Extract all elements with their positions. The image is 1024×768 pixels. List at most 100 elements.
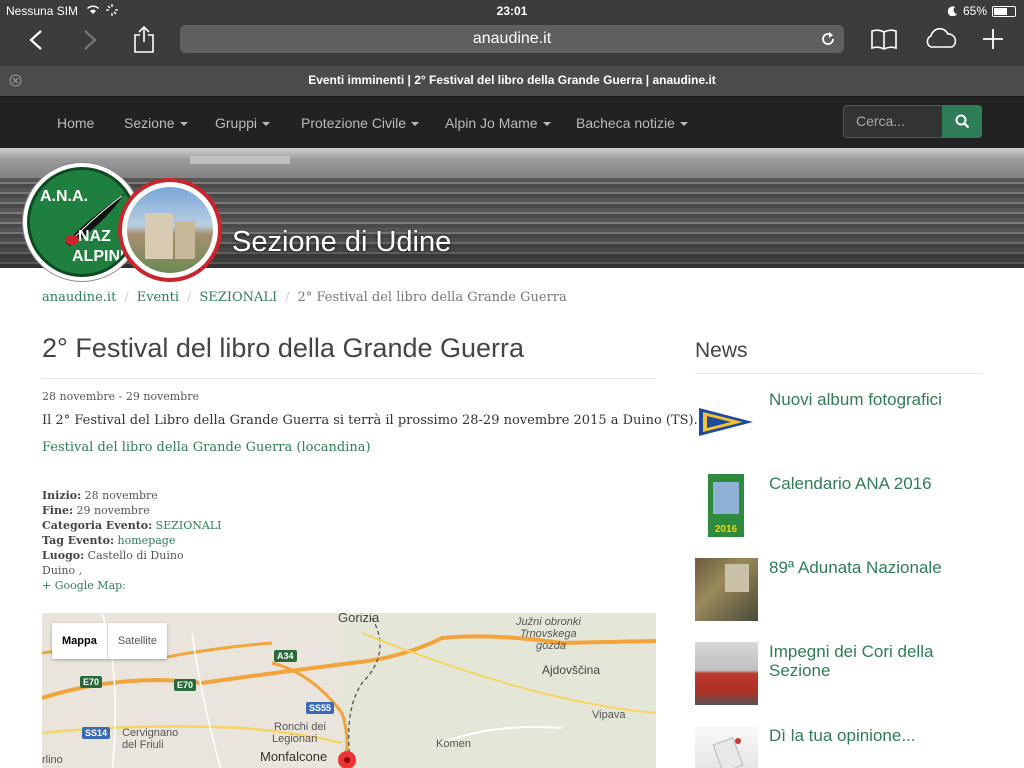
news-title[interactable]: Dì la tua opinione... [769,726,979,745]
clock: 23:01 [496,4,528,18]
nav-alpin-label: Alpin Jo Mame [445,115,538,131]
news-title[interactable]: Impegni dei Cori della Sezione [769,642,979,680]
nav-gruppi-label: Gruppi [215,115,258,131]
place-value: Castello di Duino [87,549,184,562]
logo-text-naz: NAZ [78,228,111,245]
category-link[interactable]: SEZIONALI [156,519,222,532]
nav-bacheca-label: Bacheca notizie [576,115,675,131]
tag-link[interactable]: homepage [118,534,176,547]
map-label: Gorizia [338,613,380,625]
breadcrumb-current: 2° Festival del libro della Grande Guerr… [297,290,567,305]
map-label: rlino [42,754,63,766]
map-label: Južni obronki [516,616,581,628]
site-title: Sezione di Udine [232,226,452,258]
news-heading: News [695,339,981,374]
reader-icon[interactable] [870,27,898,51]
map-label: del Friuli [122,739,164,751]
banner-monument [190,156,290,164]
event-map[interactable]: Mappa Satellite Gorizia Južni obronki Tr… [42,613,656,768]
event-description: Il 2° Festival del Libro della Grande Gu… [42,413,698,428]
adunata-photo [695,558,758,621]
map-label: Monfalcone [260,749,328,764]
map-label: Vipava [592,709,626,721]
news-title[interactable]: 89ª Adunata Nazionale [769,558,979,577]
news-item[interactable]: Dì la tua opinione... [695,726,985,768]
logo-text-ana: A.N.A. [40,188,88,205]
google-map-link[interactable]: + Google Map: [42,578,221,593]
nav-sezione[interactable]: Sezione [124,97,188,149]
reload-icon[interactable] [820,31,836,47]
search-button[interactable] [942,105,982,138]
news-title[interactable]: Nuovi album fotografici [769,390,979,409]
road-shield: E70 [174,679,197,691]
nav-sezione-label: Sezione [124,115,175,131]
map-type-toggle: Mappa Satellite [52,623,167,659]
chevron-down-icon [679,122,688,127]
event-details: Inizio: 28 novembre Fine: 29 novembre Ca… [42,488,221,593]
castle-photo [127,187,213,273]
place-label: Luogo: [42,549,85,562]
sezione-udine-logo[interactable] [118,178,222,282]
map-label: gozda [536,640,566,652]
start-value: 28 novembre [84,489,158,502]
road-shield: E70 [80,676,103,688]
chevron-down-icon [262,122,271,127]
end-label: Fine: [42,504,74,517]
adunata-sign [725,564,749,592]
tab-title: Eventi imminenti | 2° Festival del libro… [308,73,716,87]
status-bar: Nessuna SIM 23:01 65% [0,0,1024,20]
choir-photo [695,642,758,705]
nav-protezione-label: Protezione Civile [301,115,407,131]
opinion-dot [735,738,741,744]
search-placeholder: Cerca... [856,113,906,129]
map-label: Cervignano [122,727,179,739]
breadcrumb-eventi[interactable]: Eventi [137,290,179,305]
map-label: Komen [436,738,471,750]
castle-tower [145,213,173,259]
share-icon[interactable] [133,25,155,53]
chevron-down-icon [179,122,188,127]
breadcrumb-home[interactable]: anaudine.it [42,290,116,305]
end-value: 29 novembre [76,504,150,517]
logo-text-alpini: ALPINI [72,248,125,265]
new-tab-icon[interactable] [982,28,1004,50]
breadcrumb-separator: / [285,290,290,305]
nav-gruppi[interactable]: Gruppi [215,97,271,149]
road-shield: SS14 [82,727,111,739]
forward-icon[interactable] [82,29,98,51]
tag-label: Tag Evento: [42,534,115,547]
map-label: Trnovskega [520,628,577,640]
map-tab-map[interactable]: Mappa [52,623,108,659]
opinion-photo [695,726,758,768]
news-item[interactable]: 89ª Adunata Nazionale [695,558,985,628]
map-label: Ajdovščina [542,663,601,677]
map-tab-satellite[interactable]: Satellite [108,623,167,659]
news-item[interactable]: Impegni dei Cori della Sezione [695,642,985,712]
close-tab-icon[interactable] [9,74,22,87]
chevron-down-icon [542,122,551,127]
nav-bacheca-notizie[interactable]: Bacheca notizie [576,97,688,149]
tab-bar[interactable]: Eventi imminenti | 2° Festival del libro… [0,66,1024,96]
search-icon [955,114,970,129]
battery-icon [992,5,1016,17]
news-item[interactable]: Nuovi album fotografici [695,390,985,460]
breadcrumb-sezionali[interactable]: SEZIONALI [199,290,277,305]
castle-wall [175,221,195,259]
nav-alpin-jo-mame[interactable]: Alpin Jo Mame [445,97,551,149]
cloud-icon[interactable] [922,28,960,50]
flag-pennant-icon [695,390,758,453]
battery-percent: 65% [962,4,987,18]
road-shield: A34 [274,650,297,662]
url-bar[interactable]: anaudine.it [180,25,844,53]
calendar-photo [713,482,739,514]
news-title[interactable]: Calendario ANA 2016 [769,474,979,493]
search-input[interactable]: Cerca... [843,105,943,138]
back-icon[interactable] [28,29,44,51]
poster-link[interactable]: Festival del libro della Grande Guerra (… [42,440,371,455]
calendar-year: 2016 [714,524,738,535]
nav-home-label: Home [57,115,95,131]
news-item[interactable]: 2016 Calendario ANA 2016 [695,474,985,544]
nav-protezione-civile[interactable]: Protezione Civile [301,97,420,149]
map-label: Legionari [272,733,318,745]
nav-home[interactable]: Home [57,97,94,149]
